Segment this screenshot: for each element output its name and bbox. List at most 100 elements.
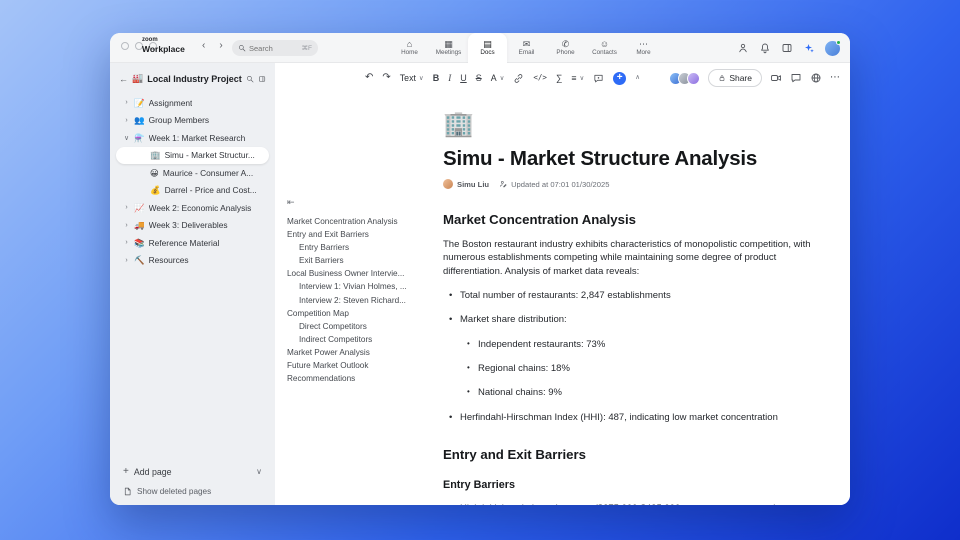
notifications-bell-icon[interactable]: [759, 42, 771, 54]
chevron-icon[interactable]: ›: [123, 204, 130, 211]
item-emoji-icon: ⛏️: [134, 255, 145, 265]
search-icon: [239, 45, 246, 52]
outline-collapse-icon[interactable]: ⇤: [287, 197, 435, 208]
sidebar-item[interactable]: 💰 Darrel - Price and Cost...: [110, 182, 275, 200]
item-emoji-icon: 📈: [134, 202, 145, 213]
chevron-icon[interactable]: ›: [123, 117, 130, 124]
item-emoji-icon: ⚗️: [134, 132, 145, 143]
outline-item[interactable]: Future Market Outlook: [287, 359, 435, 372]
link-icon[interactable]: [513, 73, 524, 84]
chevron-icon[interactable]: ›: [123, 99, 130, 106]
outline-item[interactable]: Direct Competitors: [287, 320, 435, 333]
doc-scroll-area[interactable]: ⇤ Market Concentration Analysis Entry and…: [275, 93, 850, 505]
doc-block[interactable]: National chains: 9%: [443, 387, 837, 400]
outline-item[interactable]: Entry Barriers: [287, 241, 435, 254]
text-color-dropdown[interactable]: A ∨: [491, 73, 505, 83]
sidebar-item[interactable]: › 📈 Week 2: Economic Analysis: [110, 199, 275, 217]
close-button[interactable]: [121, 42, 129, 50]
outline-item[interactable]: Market Power Analysis: [287, 346, 435, 359]
doc-block[interactable]: Regional chains: 18%: [443, 363, 837, 376]
doc-title[interactable]: Simu - Market Structure Analysis: [443, 147, 837, 171]
nav-tab[interactable]: ✆ Phone: [546, 33, 585, 63]
chevron-icon[interactable]: ›: [123, 257, 130, 264]
doc-block[interactable]: Entry and Exit Barriers: [443, 447, 837, 462]
status-dot: [836, 39, 841, 45]
sidebar-item[interactable]: 😀 Maurice - Consumer A...: [110, 164, 275, 182]
doc-content[interactable]: 🏢 Simu - Market Structure Analysis Simu …: [443, 93, 837, 505]
author-avatar: [443, 179, 453, 189]
text-style-dropdown[interactable]: Text ∨: [400, 73, 424, 83]
video-camera-icon[interactable]: [770, 72, 782, 84]
chevron-icon[interactable]: ›: [123, 222, 130, 229]
sidebar-item[interactable]: › ⛏️ Resources: [110, 252, 275, 270]
chevron-icon[interactable]: ›: [123, 239, 130, 246]
align-dropdown[interactable]: ≡ ∨: [571, 73, 584, 83]
collaborator-avatar[interactable]: [687, 71, 701, 85]
show-deleted-pages-button[interactable]: Show deleted pages: [110, 487, 275, 496]
global-search[interactable]: ⌘F: [232, 40, 318, 56]
nav-tab[interactable]: ✉ Email: [507, 33, 546, 63]
nav-tab[interactable]: ⋯ More: [624, 33, 663, 63]
doc-block[interactable]: Total number of restaurants: 2,847 estab…: [443, 290, 837, 303]
search-input[interactable]: [249, 43, 289, 53]
code-block-icon[interactable]: </>: [533, 74, 547, 82]
doc-block[interactable]: The Boston restaurant industry exhibits …: [443, 238, 837, 278]
sidebar-item[interactable]: 🏢 Simu - Market Structur...: [116, 146, 269, 164]
outline-item[interactable]: Recommendations: [287, 372, 435, 385]
comment-icon[interactable]: [593, 73, 604, 84]
user-avatar[interactable]: [825, 39, 841, 56]
nav-tab[interactable]: ▤ Docs: [468, 33, 507, 63]
more-options-icon[interactable]: ⋯: [830, 73, 840, 83]
sidebar-item[interactable]: › 🚚 Week 3: Deliverables: [110, 217, 275, 235]
text-color-glyph: A: [490, 73, 497, 83]
share-button[interactable]: Share: [708, 69, 762, 87]
sidebar-back-icon[interactable]: ←: [119, 74, 128, 84]
undo-icon[interactable]: ↶: [365, 73, 373, 83]
doc-block[interactable]: High initial capital requirements ($275,…: [443, 503, 837, 505]
outline-item[interactable]: Exit Barriers: [287, 254, 435, 267]
globe-icon[interactable]: [810, 72, 822, 84]
add-page-button[interactable]: + Add page ∨: [110, 466, 275, 477]
doc-block[interactable]: Entry Barriers: [443, 479, 837, 491]
nav-tab[interactable]: ▦ Meetings: [429, 33, 468, 63]
formula-icon[interactable]: ∑: [556, 73, 562, 83]
sidebar-search-icon[interactable]: [246, 74, 254, 84]
sidebar-item[interactable]: › 📚 Reference Material: [110, 234, 275, 252]
add-page-caret-icon[interactable]: ∨: [256, 467, 262, 476]
outline-item[interactable]: Local Business Owner Intervie...: [287, 267, 435, 280]
item-emoji-icon: 🚚: [134, 220, 145, 230]
chevron-icon[interactable]: ∨: [123, 134, 130, 142]
nav-tab[interactable]: ☺ Contacts: [585, 33, 624, 63]
chat-icon[interactable]: [790, 72, 802, 84]
doc-block[interactable]: Market Concentration Analysis: [443, 212, 837, 227]
outline-item[interactable]: Indirect Competitors: [287, 333, 435, 346]
sidebar-item-label: Simu - Market Structur...: [164, 150, 255, 161]
insert-plus-button[interactable]: +: [613, 71, 627, 85]
doc-block[interactable]: Herfindahl-Hirschman Index (HHI): 487, i…: [443, 412, 837, 425]
nav-forward-button[interactable]: ›: [219, 40, 222, 51]
profile-icon[interactable]: [737, 42, 749, 54]
panel-toggle-icon[interactable]: [781, 42, 793, 54]
sidebar-item[interactable]: ∨ ⚗️ Week 1: Market Research: [110, 129, 275, 147]
doc-block[interactable]: Market share distribution:: [443, 314, 837, 327]
sidebar-item[interactable]: › 👥 Group Members: [110, 112, 275, 130]
sidebar-panel-icon[interactable]: [258, 74, 266, 84]
page-tree: › 📝 Assignment › 👥 Group Members ∨ ⚗️ We…: [110, 94, 275, 269]
underline-button[interactable]: U: [460, 73, 467, 83]
redo-icon[interactable]: ↷: [382, 73, 390, 83]
sidebar-item[interactable]: › 📝 Assignment: [110, 94, 275, 112]
bold-button[interactable]: B: [433, 73, 440, 83]
italic-button[interactable]: I: [448, 73, 451, 83]
outline-item[interactable]: Interview 1: Vivian Holmes, ...: [287, 280, 435, 293]
outline-item[interactable]: Competition Map: [287, 307, 435, 320]
ai-companion-icon[interactable]: [803, 42, 815, 54]
outline-item[interactable]: Interview 2: Steven Richard...: [287, 294, 435, 307]
nav-back-button[interactable]: ‹: [202, 40, 205, 51]
outline-item[interactable]: Entry and Exit Barriers: [287, 228, 435, 241]
nav-tab[interactable]: ⌂ Home: [390, 33, 429, 63]
collapse-toolbar-icon[interactable]: ∧: [635, 74, 640, 82]
strikethrough-button[interactable]: S: [476, 73, 482, 83]
doc-block[interactable]: Independent restaurants: 73%: [443, 339, 837, 352]
outline-item[interactable]: Market Concentration Analysis: [287, 215, 435, 228]
titlebar: zoom Workplace ‹ › ⌘F ⌂ Home ▦ Meetings …: [110, 33, 850, 63]
